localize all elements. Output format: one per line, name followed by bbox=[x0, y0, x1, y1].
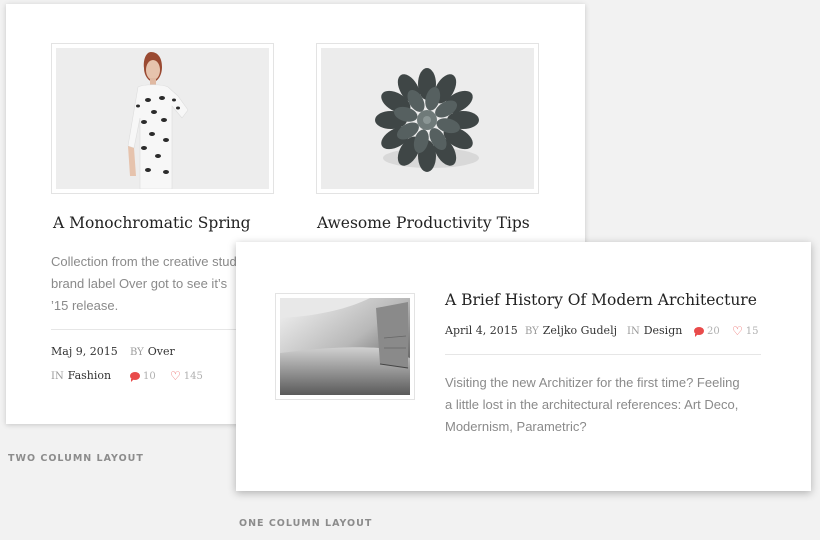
post-excerpt: Collection from the creative studio bran… bbox=[51, 251, 247, 317]
like-count-value: 145 bbox=[183, 371, 203, 382]
post-thumbnail-succulent[interactable] bbox=[316, 43, 539, 194]
excerpt-line: ’15 release. bbox=[51, 298, 119, 313]
by-label: BY bbox=[525, 326, 539, 337]
comment-count-value: 10 bbox=[143, 371, 156, 382]
post-thumbnail-fashion[interactable] bbox=[51, 43, 274, 194]
post-author: BY Zeljko Gudelj bbox=[525, 324, 617, 337]
excerpt-line: Modernism, Parametric? bbox=[445, 419, 587, 434]
succulent-plant-photo bbox=[321, 48, 534, 189]
author-link[interactable]: Over bbox=[148, 345, 175, 358]
meta-divider bbox=[445, 354, 761, 355]
one-column-caption: ONE COLUMN LAYOUT bbox=[239, 518, 373, 529]
heart-icon: ♡ bbox=[732, 324, 743, 338]
comment-icon bbox=[130, 372, 140, 382]
architecture-photo bbox=[280, 298, 410, 395]
two-column-caption: TWO COLUMN LAYOUT bbox=[8, 453, 144, 464]
author-link[interactable]: Zeljko Gudelj bbox=[543, 324, 617, 337]
category-link[interactable]: Fashion bbox=[68, 369, 111, 382]
one-column-card: A Brief History Of Modern Architecture A… bbox=[236, 242, 811, 491]
heart-icon: ♡ bbox=[170, 369, 181, 383]
post-category: IN Fashion bbox=[51, 369, 111, 382]
comment-count-value: 20 bbox=[707, 326, 720, 337]
comment-count[interactable]: 20 bbox=[694, 324, 720, 337]
like-count[interactable]: ♡ 15 bbox=[732, 324, 759, 338]
category-link[interactable]: Design bbox=[644, 324, 683, 337]
excerpt-line: Visiting the new Architizer for the firs… bbox=[445, 375, 740, 390]
fashion-model-photo bbox=[56, 48, 269, 189]
post-date: April 4, 2015 bbox=[445, 324, 518, 337]
post-category: IN Design bbox=[627, 324, 682, 337]
post-title[interactable]: Awesome Productivity Tips bbox=[317, 214, 530, 232]
comment-count[interactable]: 10 bbox=[130, 369, 156, 382]
post-title[interactable]: A Brief History Of Modern Architecture bbox=[445, 291, 757, 309]
post-excerpt: Visiting the new Architizer for the firs… bbox=[445, 372, 740, 438]
post-title[interactable]: A Monochromatic Spring bbox=[53, 214, 251, 232]
post-thumbnail-architecture[interactable] bbox=[275, 293, 415, 400]
by-label: BY bbox=[130, 347, 144, 358]
excerpt-line: a little lost in the architectural refer… bbox=[445, 397, 739, 412]
post-date: Maj 9, 2015 bbox=[51, 345, 118, 358]
in-label: IN bbox=[627, 326, 640, 337]
post-author: BY Over bbox=[130, 345, 175, 358]
excerpt-line: brand label Over got to see it’s bbox=[51, 276, 228, 291]
like-count[interactable]: ♡ 145 bbox=[170, 369, 203, 383]
excerpt-line: Collection from the creative studio bbox=[51, 254, 247, 269]
in-label: IN bbox=[51, 371, 64, 382]
like-count-value: 15 bbox=[745, 326, 759, 337]
comment-icon bbox=[694, 327, 704, 337]
